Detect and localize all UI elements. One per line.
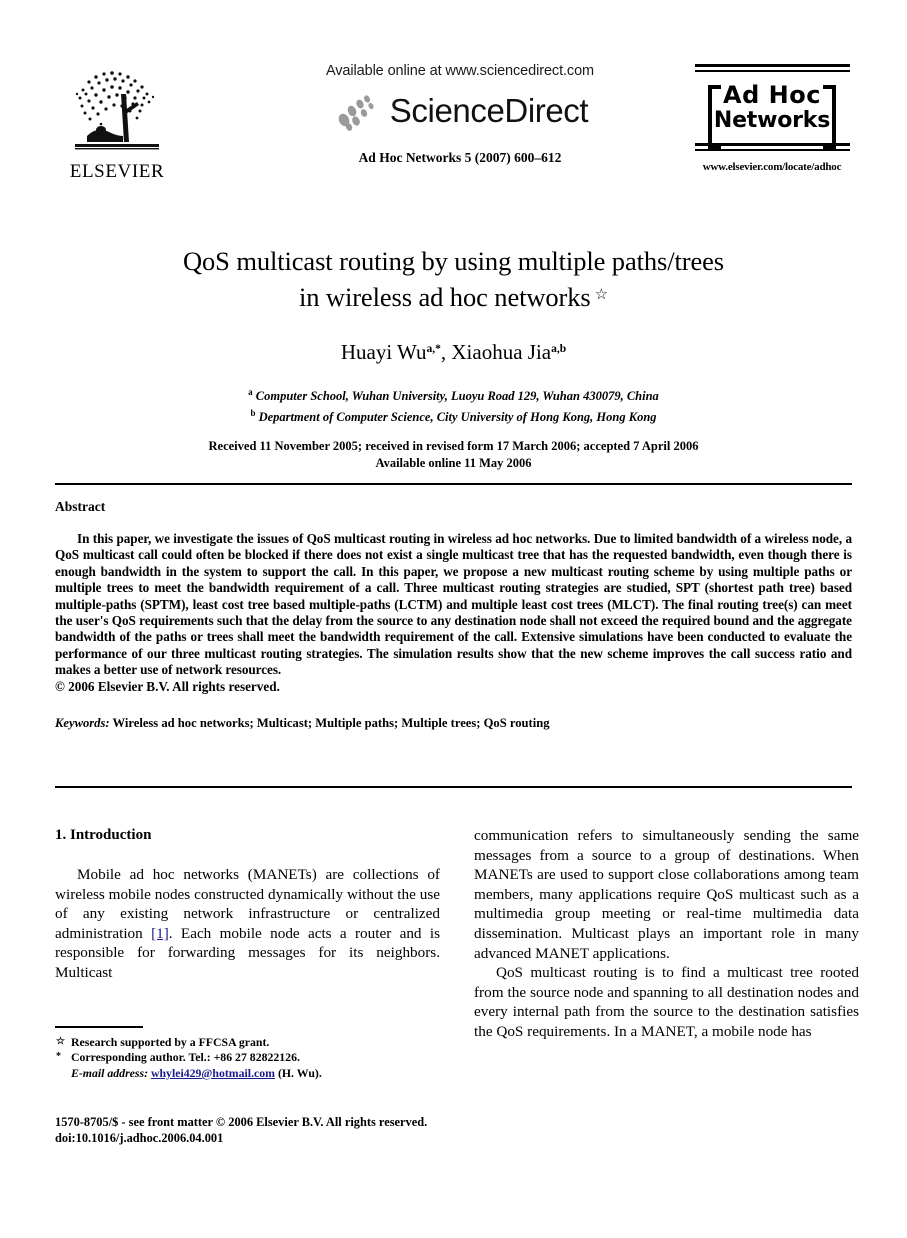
- sciencedirect-wordmark: ScienceDirect: [389, 92, 589, 129]
- article-history: Received 11 November 2005; received in r…: [55, 438, 852, 471]
- footnote-grant-text: Research supported by a FFCSA grant.: [71, 1034, 270, 1049]
- affiliation-mark-a: a: [248, 387, 253, 397]
- footnote-grant: ☆ Research supported by a FFCSA grant.: [55, 1035, 440, 1051]
- journal-logo-line2: Networks: [713, 108, 831, 133]
- elsevier-tree-icon: [65, 64, 169, 160]
- affiliation-text-b: Department of Computer Science, City Uni…: [258, 409, 657, 424]
- title-footnote-star-icon: ☆: [594, 287, 609, 303]
- affiliation-list: a Computer School, Wuhan University, Luo…: [55, 384, 852, 425]
- author-name-1: Huayi Wu: [340, 340, 427, 364]
- imprint: 1570-8705/$ - see front matter © 2006 El…: [55, 1114, 555, 1147]
- journal-logo-rule-bottom2: [694, 149, 850, 151]
- keywords: Keywords: Wireless ad hoc networks; Mult…: [55, 715, 852, 731]
- keywords-label: Keywords:: [55, 716, 110, 731]
- footnote-corresponding-author-text: Corresponding author. Tel.: +86 27 82822…: [71, 1050, 300, 1065]
- affiliation-b: b Department of Computer Science, City U…: [55, 405, 852, 426]
- footnotes: ☆ Research supported by a FFCSA grant. *…: [55, 1026, 440, 1081]
- abstract-copyright: © 2006 Elsevier B.V. All rights reserved…: [55, 678, 280, 694]
- author-name-2: Xiaohua Jia: [451, 340, 552, 364]
- author-marks-1: a,*: [426, 343, 441, 355]
- section-heading-introduction: 1. Introduction: [55, 827, 152, 843]
- affiliation-mark-b: b: [250, 407, 256, 418]
- sciencedirect-block: Available online at www.sciencedirect.co…: [265, 62, 655, 166]
- paragraph-intro-right-1: communication refers to simultaneously s…: [474, 827, 859, 962]
- journal-url[interactable]: www.elsevier.com/locate/adhoc: [692, 160, 852, 174]
- abstract-section: Abstract In this paper, we investigate t…: [55, 498, 852, 731]
- footnote-corresponding-author: * Corresponding author. Tel.: +86 27 828…: [55, 1050, 440, 1081]
- imprint-doi-line[interactable]: doi:10.1016/j.adhoc.2006.04.001: [55, 1130, 555, 1146]
- page-title: QoS multicast routing by using multiple …: [55, 244, 852, 314]
- article-history-online: Available online 11 May 2006: [375, 455, 532, 470]
- email-attribution: (H. Wu).: [277, 1065, 322, 1080]
- title-block: QoS multicast routing by using multiple …: [55, 244, 852, 471]
- paragraph-intro-left: Mobile ad hoc networks (MANETs) are coll…: [55, 865, 440, 983]
- sciencedirect-swoosh-icon: [332, 89, 386, 133]
- elsevier-wordmark: ELSEVIER: [69, 161, 165, 182]
- title-line-2: in wireless ad hoc networks: [298, 282, 591, 312]
- journal-logo-line1: Ad Hoc: [723, 81, 821, 109]
- abstract-rule-top: [55, 483, 852, 486]
- footnote-separator-rule: [55, 1026, 143, 1028]
- affiliation-a: a Computer School, Wuhan University, Luo…: [55, 384, 852, 405]
- paper-page: ELSEVIER Available online at www.science…: [0, 0, 907, 1238]
- journal-citation: Ad Hoc Networks 5 (2007) 600–612: [358, 150, 562, 165]
- footnote-asterisk-icon: *: [56, 1051, 61, 1063]
- abstract-heading: Abstract: [55, 499, 106, 514]
- paragraph-intro-right-2: QoS multicast routing is to find a multi…: [474, 964, 859, 1040]
- article-history-received: Received 11 November 2005; received in r…: [208, 439, 699, 453]
- body-column-left: 1. Introduction Mobile ad hoc networks (…: [55, 826, 440, 983]
- sciencedirect-logo: ScienceDirect: [265, 89, 655, 133]
- abstract-rule-bottom: [55, 786, 852, 789]
- email-label: E-mail address:: [71, 1065, 149, 1080]
- citation-link-1[interactable]: [1]: [151, 925, 169, 942]
- author-list: Huayi Wua,*, Xiaohua Jiaa,b: [55, 336, 852, 365]
- title-line-1: QoS multicast routing by using multiple …: [182, 246, 725, 276]
- affiliation-text-a: Computer School, Wuhan University, Luoyu…: [255, 389, 659, 403]
- available-online-text: Available online at www.sciencedirect.co…: [325, 63, 595, 79]
- footnote-email: E-mail address: whylei429@hotmail.com (H…: [71, 1066, 440, 1082]
- keywords-text: Wireless ad hoc networks; Multicast; Mul…: [112, 716, 550, 731]
- footnote-star-icon: ☆: [56, 1035, 65, 1047]
- author-marks-2: a,b: [551, 343, 567, 355]
- journal-logo-rule-top: [694, 64, 850, 67]
- author-separator: ,: [440, 340, 452, 364]
- email-link[interactable]: whylei429@hotmail.com: [151, 1066, 275, 1080]
- abstract-body: In this paper, we investigate the issues…: [55, 531, 852, 678]
- imprint-issn-line: 1570-8705/$ - see front matter © 2006 El…: [55, 1115, 428, 1129]
- journal-logo-rule-top2: [694, 70, 850, 72]
- journal-logo: Ad Hoc Networks www.elsevier.com/locate/…: [692, 64, 852, 174]
- masthead: ELSEVIER Available online at www.science…: [55, 62, 852, 197]
- body-column-right: communication refers to simultaneously s…: [474, 826, 859, 1042]
- journal-logo-box: Ad Hoc Networks: [708, 79, 836, 149]
- elsevier-logo: ELSEVIER: [59, 64, 175, 189]
